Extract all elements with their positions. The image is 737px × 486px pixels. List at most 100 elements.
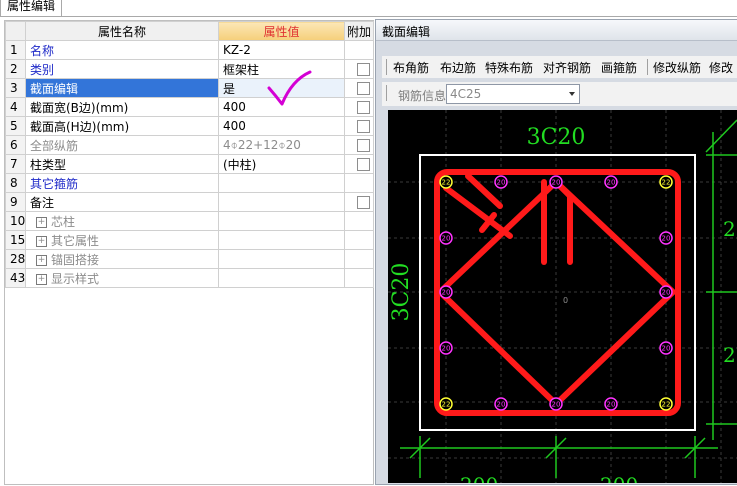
- expand-icon[interactable]: +: [36, 235, 47, 247]
- table-row[interactable]: 7 柱类型 (中柱): [5, 154, 374, 174]
- table-row[interactable]: 10 + 芯柱: [5, 211, 374, 231]
- table-row[interactable]: 2 类别 框架柱: [5, 59, 374, 79]
- table-row-selected[interactable]: 3 截面编辑 是: [5, 78, 374, 98]
- special-bar-button[interactable]: 特殊布筋: [485, 59, 533, 76]
- extra-checkbox[interactable]: [357, 82, 370, 95]
- center-label: 0: [563, 296, 568, 305]
- svg-text:20: 20: [607, 179, 616, 187]
- row-value[interactable]: 400: [218, 97, 345, 117]
- section-canvas[interactable]: 3C20 3C20 0 200 200 2 2 22 22 22 22 20 20 20 20…: [388, 110, 737, 486]
- extra-checkbox[interactable]: [357, 139, 370, 152]
- row-number: 8: [5, 173, 26, 193]
- table-row[interactable]: 43 + 显示样式: [5, 268, 374, 288]
- table-row[interactable]: 1 名称 KZ-2: [5, 40, 374, 60]
- dim-right-top: 2: [723, 217, 736, 241]
- align-bar-button[interactable]: 对齐钢筋: [543, 59, 591, 76]
- extra-checkbox[interactable]: [357, 158, 370, 171]
- row-name: 柱类型: [25, 154, 219, 174]
- side-rebar[interactable]: 20: [439, 341, 453, 355]
- row-value[interactable]: (中柱): [218, 154, 345, 174]
- row-value[interactable]: [218, 173, 345, 193]
- place-corner-bar-button[interactable]: 布角筋: [393, 59, 429, 76]
- row-extra: [344, 116, 374, 136]
- side-rebar[interactable]: 20: [659, 285, 673, 299]
- corner-rebar[interactable]: 22: [659, 397, 673, 411]
- expand-icon[interactable]: +: [36, 254, 47, 266]
- table-row[interactable]: 4 截面宽(B边)(mm) 400: [5, 97, 374, 117]
- row-number: 43: [5, 268, 26, 288]
- row-value[interactable]: 是: [218, 78, 345, 98]
- row-name: 截面宽(B边)(mm): [25, 97, 219, 117]
- side-rebar[interactable]: 20: [439, 231, 453, 245]
- row-name-label: 显示样式: [51, 271, 100, 286]
- side-rebar[interactable]: 20: [549, 397, 563, 411]
- modify-long-bar-button[interactable]: 修改纵筋: [653, 59, 701, 76]
- toolbar-grip: [386, 59, 387, 75]
- property-grid: 属性名称 属性值 附加 1 名称 KZ-2 2 类别 框架柱 3 截面编辑 是 …: [5, 21, 374, 288]
- side-rebar[interactable]: 20: [659, 231, 673, 245]
- svg-text:22: 22: [442, 401, 451, 409]
- place-side-bar-button[interactable]: 布边筋: [440, 59, 476, 76]
- row-name: + 锚固搭接: [25, 249, 219, 269]
- svg-text:20: 20: [497, 401, 506, 409]
- table-row[interactable]: 8 其它箍筋: [5, 173, 374, 193]
- chevron-down-icon[interactable]: [569, 92, 575, 96]
- window-title: 截面编辑: [382, 25, 431, 39]
- row-extra: [344, 154, 374, 174]
- corner-rebar[interactable]: 22: [659, 175, 673, 189]
- bar-info-row: 钢筋信息 4C25: [382, 82, 737, 106]
- table-row[interactable]: 15 + 其它属性: [5, 230, 374, 250]
- section-drawing[interactable]: 3C20 3C20 0 200 200 2 2 22 22 22 22 20 20 20 20…: [388, 110, 737, 486]
- table-row[interactable]: 9 备注: [5, 192, 374, 212]
- bar-info-combo[interactable]: 4C25: [446, 84, 580, 104]
- side-rebar[interactable]: 20: [549, 175, 563, 189]
- row-value[interactable]: [218, 211, 345, 231]
- row-value[interactable]: KZ-2: [218, 40, 345, 60]
- table-row[interactable]: 28 + 锚固搭接: [5, 249, 374, 269]
- row-name: 名称: [25, 40, 219, 60]
- table-row[interactable]: 5 截面高(H边)(mm) 400: [5, 116, 374, 136]
- side-rebar[interactable]: 20: [659, 341, 673, 355]
- window-title-bar[interactable]: 截面编辑: [376, 20, 737, 41]
- row-name: 截面高(H边)(mm): [25, 116, 219, 136]
- table-row[interactable]: 6 全部纵筋 4⌽22+12⌽20: [5, 135, 374, 155]
- row-value[interactable]: [218, 249, 345, 269]
- grid-header: 属性名称 属性值 附加: [5, 21, 374, 41]
- expand-icon[interactable]: +: [36, 273, 47, 285]
- side-rebar[interactable]: 20: [439, 285, 453, 299]
- svg-text:22: 22: [662, 179, 671, 187]
- row-extra: [344, 230, 374, 250]
- header-name[interactable]: 属性名称: [25, 21, 219, 41]
- side-rebar[interactable]: 20: [494, 397, 508, 411]
- svg-text:20: 20: [552, 179, 561, 187]
- side-rebar[interactable]: 20: [604, 175, 618, 189]
- row-value[interactable]: 400: [218, 116, 345, 136]
- row-value[interactable]: 框架柱: [218, 59, 345, 79]
- header-value[interactable]: 属性值: [218, 21, 345, 41]
- corner-rebar[interactable]: 22: [439, 175, 453, 189]
- row-value[interactable]: 4⌽22+12⌽20: [218, 135, 345, 155]
- extra-checkbox[interactable]: [357, 101, 370, 114]
- extra-checkbox[interactable]: [357, 63, 370, 76]
- row-number: 1: [5, 40, 26, 60]
- extra-checkbox[interactable]: [357, 120, 370, 133]
- draw-stirrup-button[interactable]: 画箍筋: [601, 59, 637, 76]
- side-rebar[interactable]: 20: [604, 397, 618, 411]
- header-extra[interactable]: 附加: [344, 21, 374, 41]
- row-value[interactable]: [218, 230, 345, 250]
- row-name: 全部纵筋: [25, 135, 219, 155]
- modify-button[interactable]: 修改: [709, 59, 733, 76]
- row-number: 7: [5, 154, 26, 174]
- extra-checkbox[interactable]: [357, 196, 370, 209]
- row-value[interactable]: [218, 192, 345, 212]
- corner-rebar[interactable]: 22: [439, 397, 453, 411]
- svg-text:20: 20: [497, 179, 506, 187]
- row-extra: [344, 268, 374, 288]
- expand-icon[interactable]: +: [36, 216, 47, 228]
- row-value[interactable]: [218, 268, 345, 288]
- tab-property-edit[interactable]: 属性编辑: [0, 0, 63, 16]
- row-number: 3: [5, 78, 26, 98]
- side-rebar[interactable]: 20: [494, 175, 508, 189]
- row-extra: [344, 78, 374, 98]
- dim-bottom-right: 200: [600, 473, 638, 483]
